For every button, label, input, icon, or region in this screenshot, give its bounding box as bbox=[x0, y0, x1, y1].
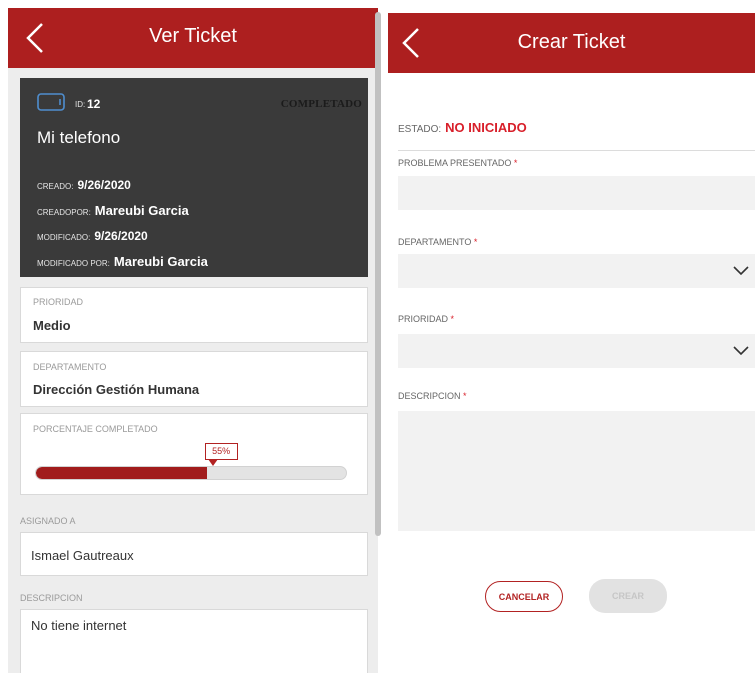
assigned-value: Ismael Gautreaux bbox=[31, 548, 134, 563]
description-textarea[interactable] bbox=[398, 411, 755, 531]
department-select[interactable] bbox=[398, 254, 755, 288]
description-label: DESCRIPCION * bbox=[398, 391, 467, 401]
modified-by-row: MODIFICADO POR: Mareubi Garcia bbox=[37, 254, 208, 269]
create-ticket-screen: Crear Ticket ESTADO: NO INICIADO PROBLEMA… bbox=[388, 13, 755, 673]
priority-card: PRIORIDAD Medio bbox=[20, 287, 368, 343]
percent-complete-card: PORCENTAJE COMPLETADO 55% bbox=[20, 413, 368, 495]
required-mark: * bbox=[473, 237, 478, 247]
view-ticket-screen: Ver Ticket ID: 12 COMPLETADO Mi telefono… bbox=[8, 8, 378, 673]
created-row: CREADO: 9/26/2020 bbox=[37, 178, 131, 192]
estado-label: ESTADO: bbox=[398, 124, 442, 135]
description-field: No tiene internet bbox=[20, 609, 368, 673]
create-ticket-header: Crear Ticket bbox=[388, 13, 755, 73]
ticket-id-label: ID: bbox=[75, 100, 86, 109]
ticket-id-value: 12 bbox=[87, 97, 101, 111]
view-ticket-header: Ver Ticket bbox=[8, 8, 378, 68]
modified-value: 9/26/2020 bbox=[94, 229, 148, 243]
status-badge: COMPLETADO bbox=[280, 98, 362, 110]
phone-icon bbox=[37, 93, 65, 111]
progress-bar bbox=[35, 466, 347, 480]
department-label: DEPARTAMENTO bbox=[33, 362, 107, 372]
modified-label: MODIFICADO: bbox=[37, 233, 91, 242]
priority-label-text: PRIORIDAD bbox=[398, 314, 449, 324]
required-mark: * bbox=[513, 158, 518, 168]
department-value: Dirección Gestión Humana bbox=[33, 382, 200, 397]
required-mark: * bbox=[463, 391, 467, 401]
created-value: 9/26/2020 bbox=[77, 178, 131, 192]
created-by-label: CREADOPOR: bbox=[37, 208, 91, 217]
estado-value: NO INICIADO bbox=[445, 120, 527, 135]
created-label: CREADO: bbox=[37, 182, 74, 191]
problem-label: PROBLEMA PRESENTADO * bbox=[398, 158, 517, 168]
required-mark: * bbox=[450, 314, 455, 324]
cancel-button[interactable]: CANCELAR bbox=[485, 581, 563, 612]
progress-fill bbox=[36, 467, 207, 479]
problem-input[interactable] bbox=[398, 176, 755, 210]
priority-label: PRIORIDAD bbox=[33, 297, 84, 307]
chevron-down-icon[interactable] bbox=[733, 266, 749, 276]
create-button[interactable]: CREAR bbox=[589, 579, 667, 613]
problem-label-text: PROBLEMA PRESENTADO bbox=[398, 158, 512, 168]
description-label: DESCRIPCION bbox=[20, 593, 83, 603]
divider bbox=[398, 150, 755, 151]
department-label-text: DEPARTAMENTO bbox=[398, 237, 472, 247]
progress-percent-bubble: 55% bbox=[204, 443, 238, 466]
ticket-name: Mi telefono bbox=[37, 128, 121, 147]
created-by-value: Mareubi Garcia bbox=[94, 203, 189, 218]
description-value: No tiene internet bbox=[31, 618, 127, 633]
scrollbar[interactable] bbox=[375, 12, 381, 536]
modified-row: MODIFICADO: 9/26/2020 bbox=[37, 229, 148, 243]
ticket-summary-card: ID: 12 COMPLETADO Mi telefono CREADO: 9/2… bbox=[20, 78, 368, 277]
page-title: Ver Ticket bbox=[149, 25, 237, 47]
priority-label: PRIORIDAD * bbox=[398, 314, 454, 324]
description-label-text: DESCRIPCION bbox=[398, 391, 461, 401]
page-title: Crear Ticket bbox=[517, 31, 626, 53]
modified-by-label: MODIFICADO POR: bbox=[37, 259, 110, 268]
created-by-row: CREADOPOR: Mareubi Garcia bbox=[37, 203, 189, 218]
priority-value: Medio bbox=[33, 318, 71, 333]
percent-label: PORCENTAJE COMPLETADO bbox=[33, 424, 158, 434]
priority-select[interactable] bbox=[398, 334, 755, 368]
modified-by-value: Mareubi Garcia bbox=[113, 254, 208, 269]
chevron-down-icon[interactable] bbox=[733, 346, 749, 356]
assigned-field: Ismael Gautreaux bbox=[20, 532, 368, 576]
assigned-label: ASIGNADO A bbox=[20, 516, 76, 526]
department-card: DEPARTAMENTO Dirección Gestión Humana bbox=[20, 351, 368, 407]
estado-row: ESTADO: NO INICIADO bbox=[398, 120, 527, 135]
department-label: DEPARTAMENTO * bbox=[398, 237, 477, 247]
